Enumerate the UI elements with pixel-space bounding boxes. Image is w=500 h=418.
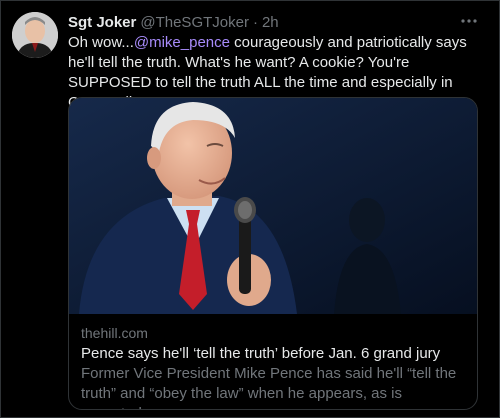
link-preview-card[interactable]: thehill.com Pence says he'll ‘tell the t… — [68, 97, 478, 410]
card-meta: thehill.com Pence says he'll ‘tell the t… — [69, 314, 477, 409]
tweet-card[interactable]: Sgt Joker @TheSGTJoker · 2h Oh wow...@mi… — [0, 0, 500, 418]
tweet-text-intro: Oh wow... — [68, 34, 134, 51]
card-image[interactable] — [69, 98, 477, 314]
tweet-header: Sgt Joker @TheSGTJoker · 2h — [68, 12, 485, 32]
avatar[interactable] — [12, 12, 58, 58]
avatar-image — [12, 12, 58, 58]
mention-link[interactable]: @mike_pence — [134, 34, 230, 51]
timestamp[interactable]: 2h — [262, 14, 279, 31]
more-horizontal-icon[interactable] — [457, 9, 481, 33]
author-name[interactable]: Sgt Joker — [68, 14, 136, 31]
card-domain: thehill.com — [81, 325, 148, 341]
card-description: Former Vice President Mike Pence has sai… — [81, 365, 457, 409]
author-handle[interactable]: @TheSGTJoker — [140, 14, 249, 31]
card-title[interactable]: Pence says he'll ‘tell the truth’ before… — [81, 344, 465, 364]
separator-dot: · — [252, 13, 258, 31]
